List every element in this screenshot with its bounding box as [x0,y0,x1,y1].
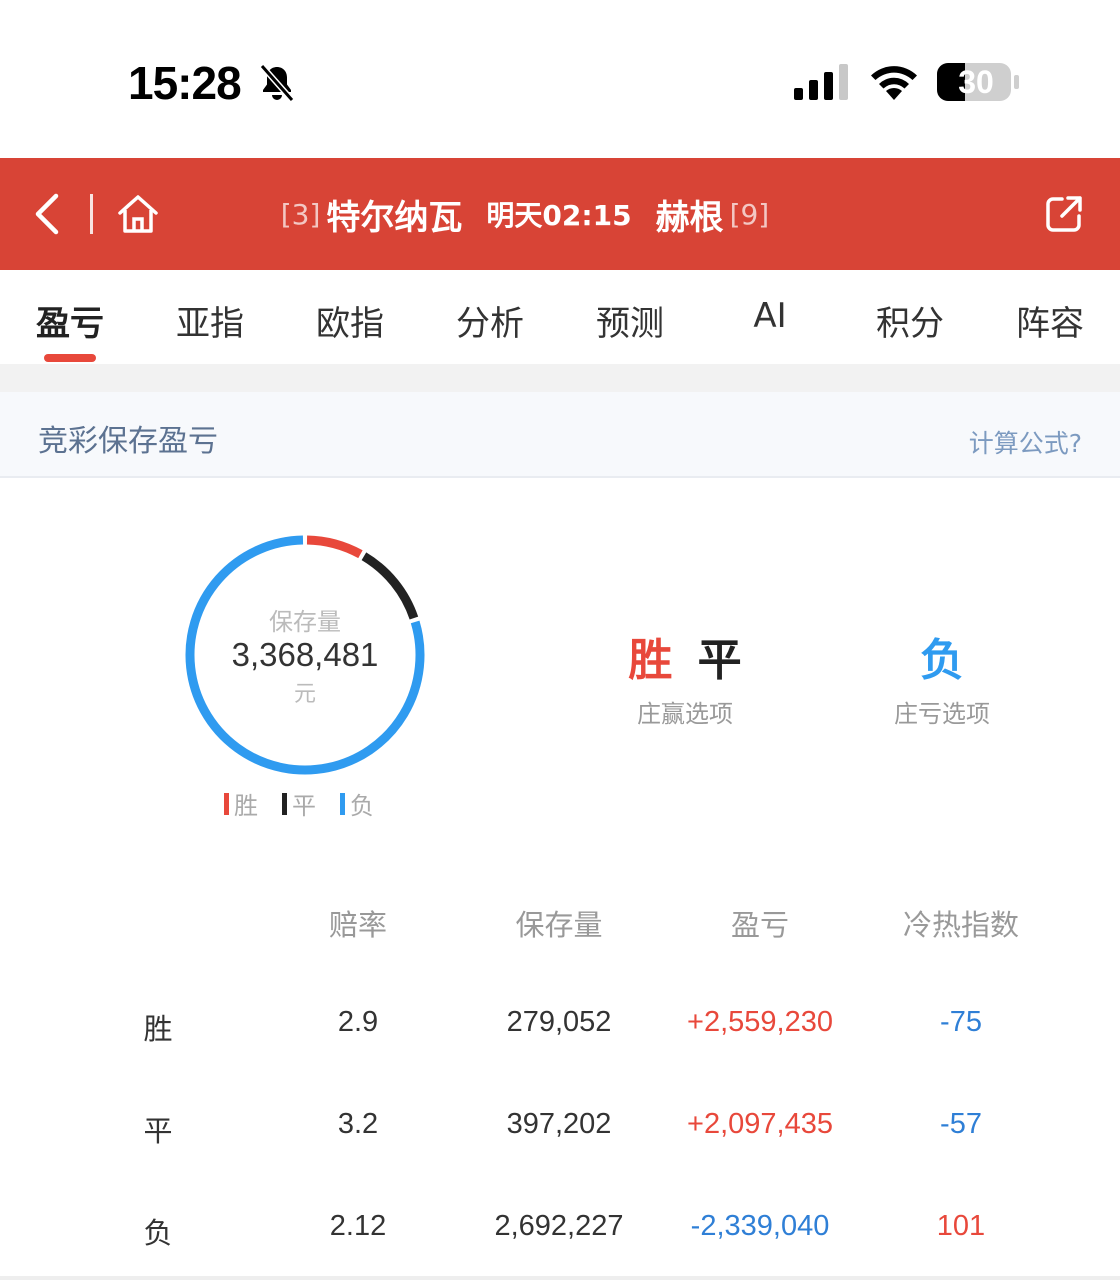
legend-label-loss: 负 [350,792,374,820]
cell-stake-loss: 2,692,227 [494,1210,624,1242]
tab-bar: 盈亏 亚指 欧指 分析 预测 AI 积分 阵容 [0,270,1120,364]
cell-pnl-loss: -2,339,040 [690,1210,830,1242]
header-divider [90,194,93,234]
cell-odds-win: 2.9 [337,1006,379,1038]
cell-pnl-win: +2,559,230 [687,1006,833,1038]
battery-level: 30 [958,64,994,100]
legend-item-loss: 负 [340,786,374,821]
row-label-draw: 平 [143,1114,173,1148]
tab-asian-handicap[interactable]: 亚指 [140,296,280,345]
donut-total: 3,368,481 [231,636,379,673]
legend-item-draw: 平 [282,786,316,821]
legend-swatch-draw [282,792,287,815]
legend-label-win: 胜 [234,792,258,820]
tab-analysis[interactable]: 分析 [420,296,560,345]
match-header: [3] 特尔纳瓦 明天02:15 赫根 [9] [0,158,1120,270]
row-label-win: 胜 [143,1012,173,1046]
row-label-loss: 负 [143,1216,173,1250]
match-title: [3] 特尔纳瓦 明天02:15 赫根 [9] [240,158,810,270]
cell-pnl-draw: +2,097,435 [687,1108,833,1140]
cell-stake-draw: 397,202 [506,1108,612,1140]
wifi-icon [871,66,917,100]
donut-slice-win [306,535,363,559]
back-icon[interactable] [30,192,64,236]
share-icon[interactable] [1044,194,1084,234]
section-header: 竞彩保存盈亏 计算公式? [0,392,1120,478]
legend-label-draw: 平 [292,792,316,820]
status-bar: 15:28 30 [0,0,1120,158]
legend-item-win: 胜 [224,786,258,821]
cell-odds-loss: 2.12 [329,1210,387,1242]
section-title: 竞彩保存盈亏 [38,424,218,459]
cellular-signal-icon [794,64,848,100]
col-header-heat: 冷热指数 [902,908,1019,942]
win-label: 胜 [628,635,673,686]
tab-european-odds[interactable]: 欧指 [280,296,420,345]
donut-unit: 元 [293,682,316,707]
tab-ai[interactable]: AI [700,296,840,336]
col-header-odds: 赔率 [328,908,387,942]
tab-prediction[interactable]: 预测 [560,296,700,345]
legend-swatch-win [224,792,229,815]
house-loss-option: 负 庄亏选项 [860,624,1024,729]
house-win-caption: 庄赢选项 [637,700,733,728]
house-loss-caption: 庄亏选项 [894,700,990,728]
formula-link[interactable]: 计算公式? [969,424,1082,460]
chart-legend: 胜 平 负 [224,786,374,821]
bell-muted-icon [259,64,295,102]
house-win-labels: 胜 平 [600,624,770,688]
draw-label: 平 [697,635,742,686]
house-win-option: 胜 平 庄赢选项 [600,624,770,729]
home-team: 特尔纳瓦 [326,197,463,238]
col-header-stake: 保存量 [515,908,603,942]
tab-pnl[interactable]: 盈亏 [0,296,140,345]
active-tab-indicator [44,354,96,362]
home-icon[interactable] [116,192,160,236]
legend-swatch-loss [340,792,345,815]
donut-label: 保存量 [269,608,341,636]
col-header-pnl: 盈亏 [730,908,789,942]
home-rank: [3] [280,197,321,231]
kickoff-time: 明天02:15 [486,199,632,232]
tab-lineup[interactable]: 阵容 [980,296,1120,345]
cell-heat-loss: 101 [936,1210,986,1242]
cell-heat-draw: -57 [940,1108,982,1140]
section-gap [0,364,1120,392]
away-rank: [9] [729,197,770,231]
tab-standings[interactable]: 积分 [840,296,980,345]
status-time: 15:28 [128,57,242,109]
bottom-divider [0,1276,1120,1280]
away-team: 赫根 [655,197,724,238]
cell-heat-win: -75 [940,1006,982,1038]
cell-odds-draw: 3.2 [337,1108,379,1140]
cell-stake-win: 279,052 [506,1006,612,1038]
loss-label: 负 [920,635,964,686]
